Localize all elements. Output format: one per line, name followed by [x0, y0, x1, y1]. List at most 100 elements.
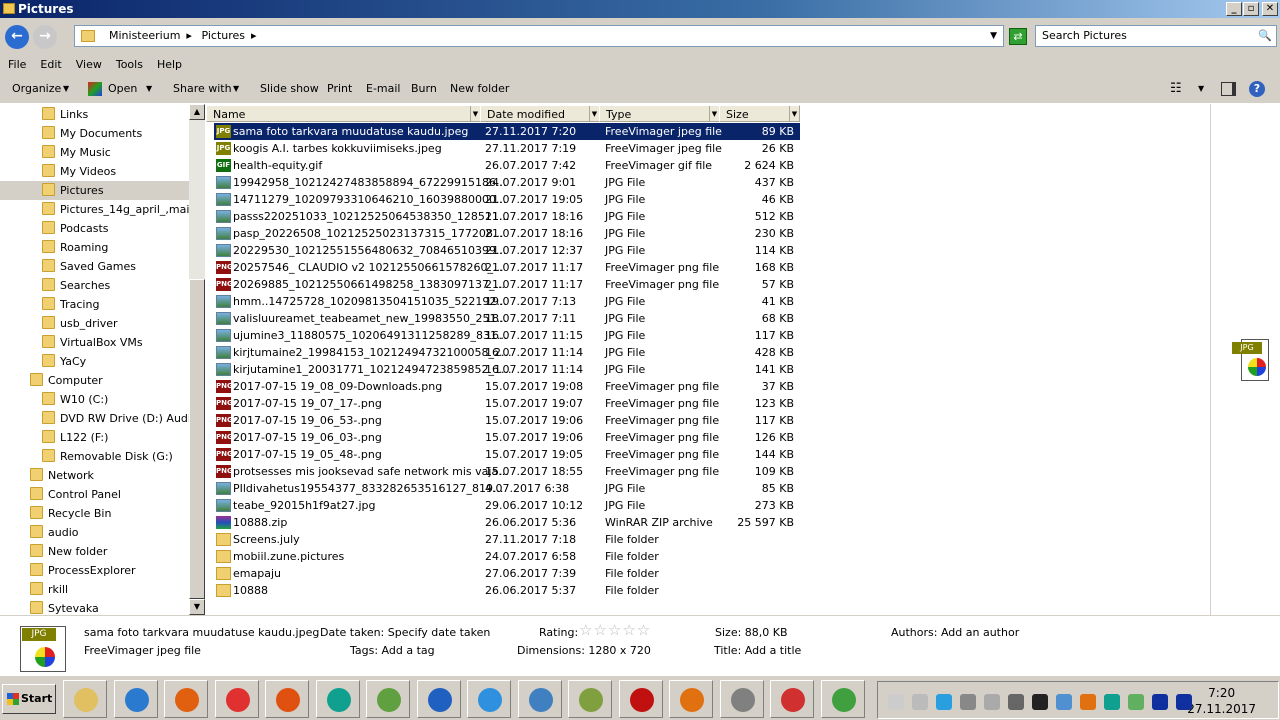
file-row[interactable]: PNG 2017-07-15 19_07_17-.png 15.07.2017 19… [214, 395, 800, 412]
file-row[interactable]: PNG 20269885_10212550661498258_1383097137… [214, 276, 800, 293]
nav-item[interactable]: Computer [30, 371, 103, 390]
taskbar-firefox-button[interactable] [164, 680, 208, 718]
scroll-up-button[interactable]: ▲ [189, 104, 205, 120]
menu-file[interactable]: File [8, 58, 26, 71]
column-date-modified[interactable]: Date modified ▼ [480, 105, 600, 122]
organize-button[interactable]: Organize [12, 75, 61, 103]
eye-tray-icon[interactable] [936, 694, 952, 710]
file-row[interactable]: kirjutamine1_20031771_10212494723859852_… [214, 361, 800, 378]
file-row[interactable]: 10888.zip 26.06.2017 5:36 WinRAR ZIP archi… [214, 514, 800, 531]
nav-item[interactable]: usb_driver [42, 314, 118, 333]
file-row[interactable]: 20229530_10212551556480632_70846510399..… [214, 242, 800, 259]
forward-button[interactable]: → [33, 25, 57, 49]
taskbar-media-player-button[interactable] [113, 680, 158, 718]
nav-item[interactable]: Sytevaka [30, 599, 99, 615]
volume-tray-icon[interactable] [984, 694, 1000, 710]
taskbar-windows-update-button[interactable] [467, 680, 511, 718]
nav-item[interactable]: Links [42, 105, 88, 124]
nav-item[interactable]: Removable Disk (G:) [42, 447, 173, 466]
usb-tray-icon[interactable] [1008, 694, 1024, 710]
burn-button[interactable]: Burn [411, 75, 437, 103]
minimize-button[interactable]: _ [1226, 2, 1242, 16]
nav-item[interactable]: Recycle Bin [30, 504, 111, 523]
taskbar-control-panel-button[interactable] [517, 680, 562, 718]
nav-scrollbar[interactable]: ▲ ▼ [189, 104, 205, 615]
taskbar-screenshot-button[interactable] [770, 680, 814, 718]
taskbar-freevimager-button[interactable] [820, 680, 865, 718]
breadcrumb-pictures[interactable]: Pictures [201, 29, 245, 42]
power-tray-icon[interactable] [912, 694, 928, 710]
taskbar-search-button[interactable] [669, 680, 713, 718]
share-with-button[interactable]: Share with [173, 75, 232, 103]
file-row[interactable]: PIldivahetus19554377_833282653516127_819… [214, 480, 800, 497]
file-row[interactable]: mobiil.zune.pictures 24.07.2017 6:58 File … [214, 548, 800, 565]
column-type[interactable]: Type ▼ [599, 105, 720, 122]
scroll-thumb[interactable] [189, 279, 205, 599]
views-icon[interactable]: ☷ [1170, 75, 1182, 103]
signal-tray-icon[interactable] [960, 694, 976, 710]
clock[interactable]: 7:20 27.11.2017 [1187, 685, 1256, 717]
nav-item[interactable]: New folder [30, 542, 107, 561]
nav-item[interactable]: Searches [42, 276, 110, 295]
close-button[interactable]: ✕ [1262, 2, 1278, 16]
taskbar-notepad-button[interactable] [568, 680, 612, 718]
taskbar-download-button[interactable] [366, 680, 410, 718]
terminal-tray-icon[interactable] [1032, 694, 1048, 710]
eset-tray-icon[interactable] [1104, 694, 1120, 710]
taskbar-opera-button[interactable] [214, 680, 259, 718]
menu-tools[interactable]: Tools [116, 58, 143, 71]
address-bar[interactable]: Ministeerium ▸ Pictures ▸ ▼ [74, 25, 1004, 47]
taskbar-firefox-dev-button[interactable] [265, 680, 309, 718]
start-button[interactable]: Start [2, 684, 56, 714]
detail-tags[interactable]: Tags: Add a tag [350, 644, 435, 657]
flag-tray-icon[interactable] [888, 694, 904, 710]
breadcrumb-ministeerium[interactable]: Ministeerium [109, 29, 180, 42]
nav-item[interactable]: Control Panel [30, 485, 121, 504]
nav-item[interactable]: DVD RW Drive (D:) Audio CD [42, 409, 189, 428]
file-row[interactable]: teabe_92015h1f9at27.jpg 29.06.2017 10:12 J… [214, 497, 800, 514]
menu-help[interactable]: Help [157, 58, 182, 71]
nav-item[interactable]: Roaming [42, 238, 108, 257]
update-tray-icon[interactable] [1056, 694, 1072, 710]
search-tray-icon[interactable] [1080, 694, 1096, 710]
file-row[interactable]: pasp_20226508_10212525023137315_177208..… [214, 225, 800, 242]
nav-item[interactable]: Saved Games [42, 257, 136, 276]
file-row[interactable]: Screens.july 27.11.2017 7:18 File folder [214, 531, 800, 548]
detail-date-taken[interactable]: Date taken: Specify date taken [320, 626, 490, 639]
taskbar-scanner-button[interactable] [719, 680, 764, 718]
menu-edit[interactable]: Edit [40, 58, 61, 71]
preview-pane-button[interactable] [1221, 82, 1236, 96]
taskbar-eset-button[interactable] [315, 680, 360, 718]
detail-authors[interactable]: Authors: Add an author [891, 626, 1019, 639]
slide-show-button[interactable]: Slide show [260, 75, 319, 103]
lav-tray-icon[interactable] [1152, 694, 1168, 710]
scroll-down-button[interactable]: ▼ [189, 599, 205, 615]
taskbar-thunderbird-button[interactable] [416, 680, 461, 718]
file-row[interactable]: 10888 26.06.2017 5:37 File folder [214, 582, 800, 599]
nav-item[interactable]: audio [30, 523, 78, 542]
file-row[interactable]: kirjtumaine2_19984153_10212494732100058_… [214, 344, 800, 361]
nav-item[interactable]: My Documents [42, 124, 142, 143]
nav-item[interactable]: Tracing [42, 295, 99, 314]
taskbar-recorder-button[interactable] [618, 680, 663, 718]
lav2-tray-icon[interactable] [1176, 694, 1192, 710]
open-button[interactable]: Open [108, 75, 137, 103]
nav-item[interactable]: YaCy [42, 352, 86, 371]
search-input[interactable]: Search Pictures [1035, 25, 1277, 47]
nav-item[interactable]: W10 (C:) [42, 390, 108, 409]
file-row[interactable]: PNG 20257546_ CLAUDIO v2 1021255066157826… [214, 259, 800, 276]
help-icon[interactable]: ? [1249, 81, 1265, 97]
file-row[interactable]: PNG 2017-07-15 19_06_03-.png 15.07.2017 19… [214, 429, 800, 446]
nav-item[interactable]: ProcessExplorer [30, 561, 136, 580]
file-row[interactable]: PNG protsesses mis jooksevad safe network… [214, 463, 800, 480]
nav-item[interactable]: Pictures [0, 181, 189, 200]
rating-stars[interactable]: ☆☆☆☆☆ [579, 621, 651, 639]
file-row[interactable]: PNG 2017-07-15 19_08_09-Downloads.png 15.0… [214, 378, 800, 395]
nav-item[interactable]: Pictures_14g_april_,mai_2017 [42, 200, 189, 219]
maximize-button[interactable]: ▫ [1243, 2, 1259, 16]
file-row[interactable]: JPG sama foto tarkvara muudatuse kaudu.jp… [214, 123, 800, 140]
chevron-down-icon[interactable]: ▼ [990, 26, 997, 46]
file-row[interactable]: PNG 2017-07-15 19_05_48-.png 15.07.2017 19… [214, 446, 800, 463]
file-row[interactable]: ujumine3_11880575_10206491311258289_831.… [214, 327, 800, 344]
taskbar-explorer-button[interactable] [63, 680, 107, 718]
